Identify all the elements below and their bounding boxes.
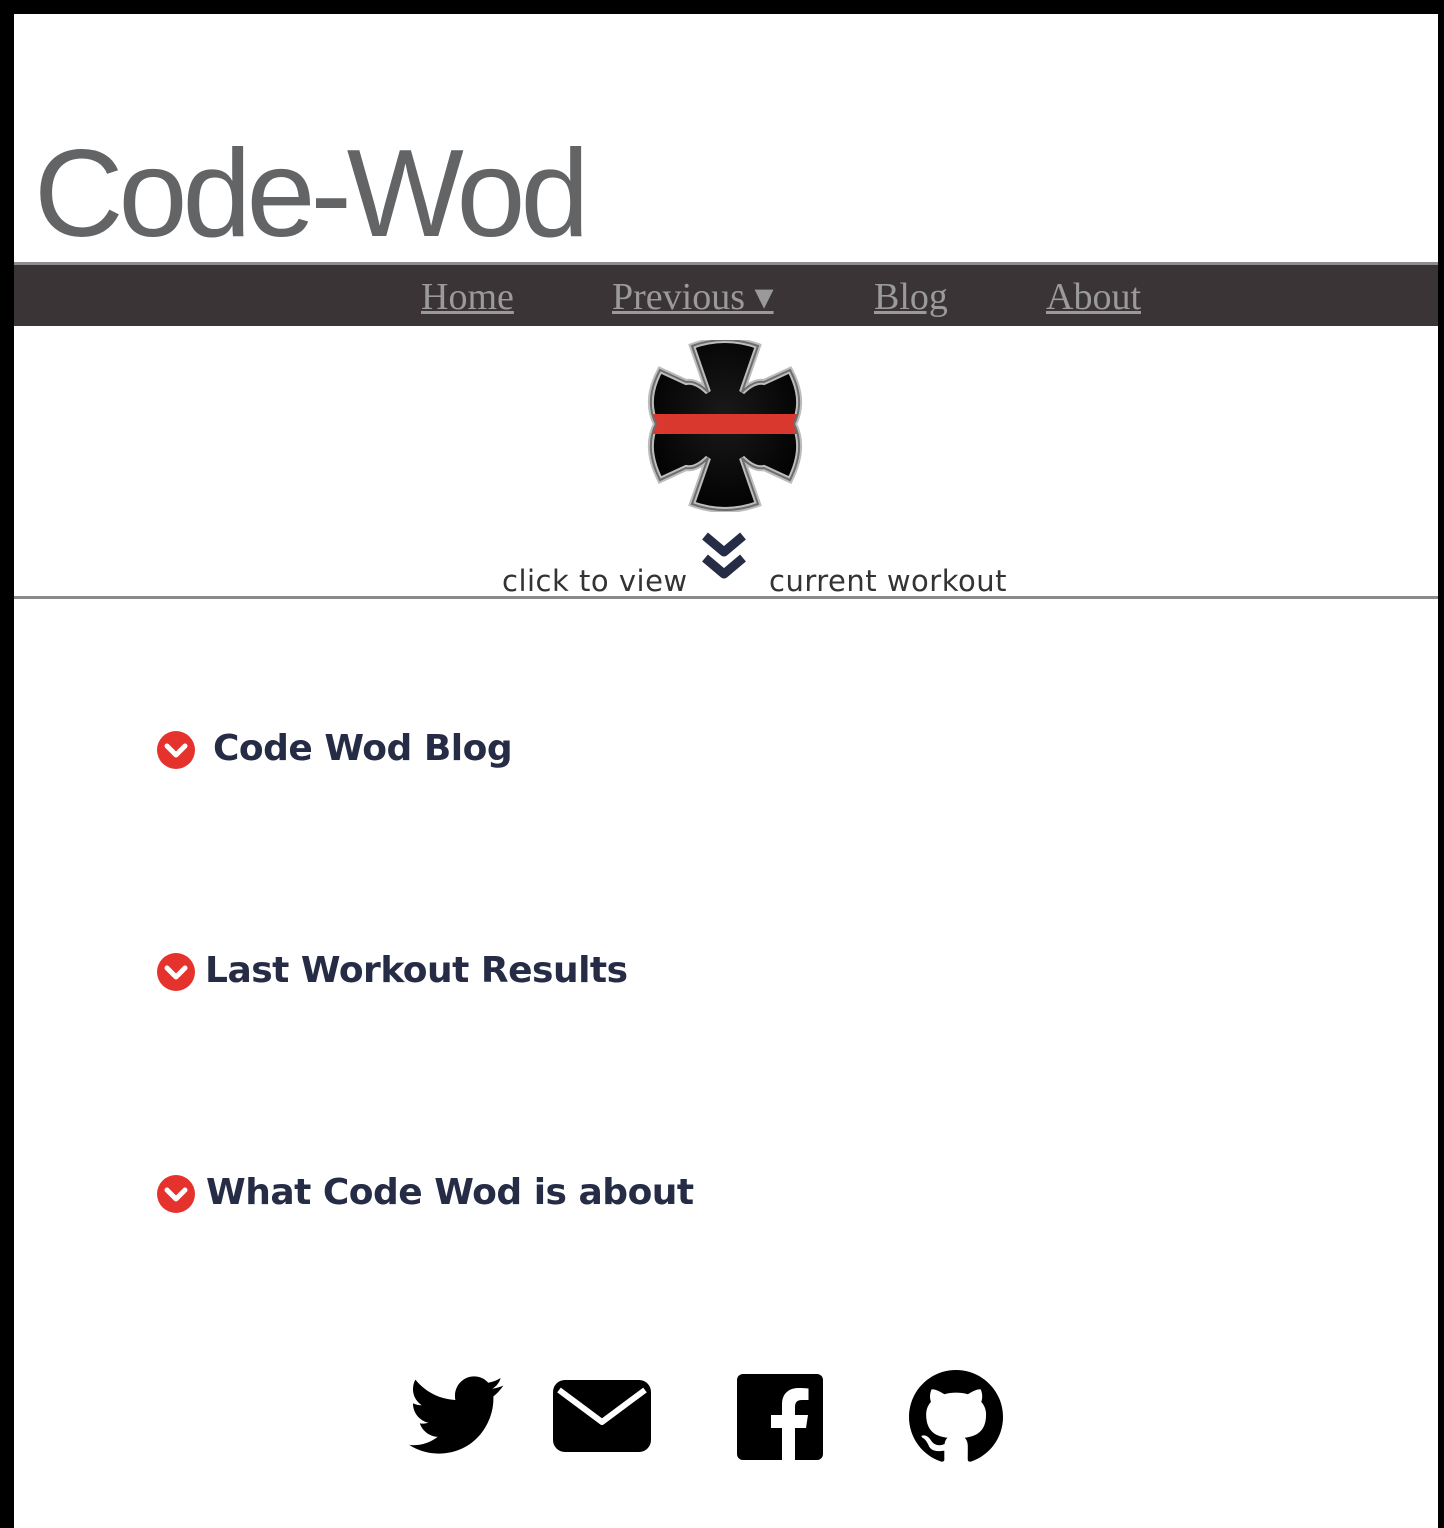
section-title: Last Workout Results bbox=[205, 950, 628, 991]
section-what-code-wod-is-about[interactable]: What Code Wod is about bbox=[156, 1172, 694, 1222]
divider bbox=[14, 596, 1438, 599]
section-title: What Code Wod is about bbox=[206, 1172, 694, 1213]
maltese-cross-logo bbox=[636, 337, 814, 513]
current-workout-cta: click to view current workout bbox=[14, 532, 1438, 598]
chevron-circle-down-icon bbox=[157, 731, 195, 769]
envelope-icon[interactable] bbox=[553, 1380, 651, 1456]
nav-previous-dropdown[interactable]: Previous ▾ bbox=[612, 276, 774, 319]
section-last-workout-results[interactable]: Last Workout Results bbox=[156, 950, 628, 1000]
main-navbar: Home Previous ▾ Blog About bbox=[14, 262, 1438, 326]
cta-text-after: current workout bbox=[769, 564, 1007, 598]
cta-text-before: click to view bbox=[502, 564, 688, 598]
github-icon[interactable] bbox=[909, 1370, 1003, 1468]
section-title: Code Wod Blog bbox=[213, 728, 513, 769]
site-title: Code-Wod bbox=[34, 125, 589, 263]
nav-blog-link[interactable]: Blog bbox=[874, 276, 948, 319]
chevron-circle-down-icon bbox=[157, 1175, 195, 1213]
facebook-icon[interactable] bbox=[737, 1374, 823, 1464]
twitter-icon[interactable] bbox=[408, 1376, 506, 1460]
chevron-circle-down-icon bbox=[157, 953, 195, 991]
page: Code-Wod Home Previous ▾ Blog About clic… bbox=[14, 14, 1438, 1528]
double-chevron-down-icon[interactable] bbox=[701, 532, 747, 586]
section-code-wod-blog[interactable]: Code Wod Blog bbox=[156, 728, 516, 778]
nav-home-link[interactable]: Home bbox=[421, 276, 514, 319]
nav-about-link[interactable]: About bbox=[1046, 276, 1141, 319]
